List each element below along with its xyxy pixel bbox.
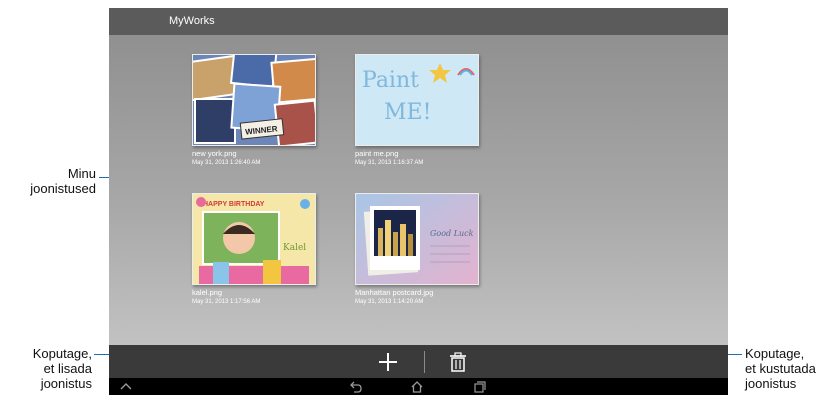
callout-my-drawings-line1: Minu (67, 166, 96, 181)
home-icon[interactable] (410, 380, 424, 393)
system-nav-bar (109, 378, 728, 395)
work-thumbnail: Good Luck (355, 193, 479, 285)
callout-delete-line3: joonistus (745, 376, 797, 391)
work-date: May 31, 2013 1:26:40 AM (192, 160, 261, 166)
callout-add-line3: joonistus (40, 376, 92, 391)
work-thumbnail: WINNER (192, 54, 316, 146)
work-item-kalel[interactable]: HAPPY BIRTHDAY Kalel kalel.png May 31, 2… (192, 193, 316, 305)
paint-me-drawing-image: Paint ME! (356, 55, 478, 145)
work-item-manhattan-postcard[interactable]: Good Luck Manhattan postcard.jpg May 31,… (355, 193, 479, 305)
work-filename: kalel.png (192, 288, 223, 297)
tablet-screen: MyWorks WINNER new york.png May 31, 2013 (109, 8, 728, 395)
action-divider (424, 351, 425, 373)
works-gallery: WINNER new york.png May 31, 2013 1:26:40… (109, 35, 728, 345)
delete-button[interactable] (448, 351, 468, 373)
work-date: May 31, 2013 1:14:20 AM (355, 299, 424, 305)
work-item-paint-me[interactable]: Paint ME! paint me.png May 31, 2013 1:16… (355, 54, 479, 166)
title-bar: MyWorks (109, 8, 728, 35)
action-bar (109, 345, 728, 378)
work-filename: Manhattan postcard.jpg (355, 288, 434, 297)
good-luck-label: Good Luck (430, 229, 474, 238)
callout-delete: Koputage, et kustutada joonistus (745, 346, 816, 391)
callout-add: Koputage, et lisada joonistus (0, 346, 92, 391)
trash-icon (450, 352, 466, 372)
work-date: May 31, 2013 1:17:56 AM (192, 299, 261, 305)
add-button[interactable] (377, 351, 399, 373)
work-filename: paint me.png (355, 149, 399, 158)
paint-line1: Paint (362, 68, 419, 93)
kalel-birthday-image: HAPPY BIRTHDAY Kalel (193, 194, 315, 284)
work-thumbnail: HAPPY BIRTHDAY Kalel (192, 193, 316, 285)
work-thumbnail: Paint ME! (355, 54, 479, 146)
callout-delete-line2: et kustutada (745, 361, 816, 376)
callout-my-drawings: Minu joonistused (20, 166, 96, 196)
kalel-label: Kalel (283, 243, 306, 253)
new-york-collage-image: WINNER (193, 55, 315, 145)
work-date: May 31, 2013 1:16:37 AM (355, 160, 424, 166)
callout-add-line1: Koputage, (32, 346, 92, 361)
work-item-new-york[interactable]: WINNER new york.png May 31, 2013 1:26:40… (192, 54, 316, 166)
recent-apps-icon[interactable] (473, 380, 487, 393)
manhattan-postcard-image: Good Luck (356, 194, 478, 284)
paint-line2: ME! (384, 100, 431, 125)
birthday-label: HAPPY BIRTHDAY (203, 201, 265, 208)
callout-delete-line1: Koputage, (745, 346, 805, 361)
callout-my-drawings-line2: joonistused (30, 181, 96, 196)
up-chevron-icon[interactable] (119, 380, 133, 392)
app-title: MyWorks (169, 15, 215, 27)
callout-add-line2: et lisada (43, 361, 92, 376)
work-filename: new york.png (192, 149, 237, 158)
back-icon[interactable] (349, 380, 363, 393)
